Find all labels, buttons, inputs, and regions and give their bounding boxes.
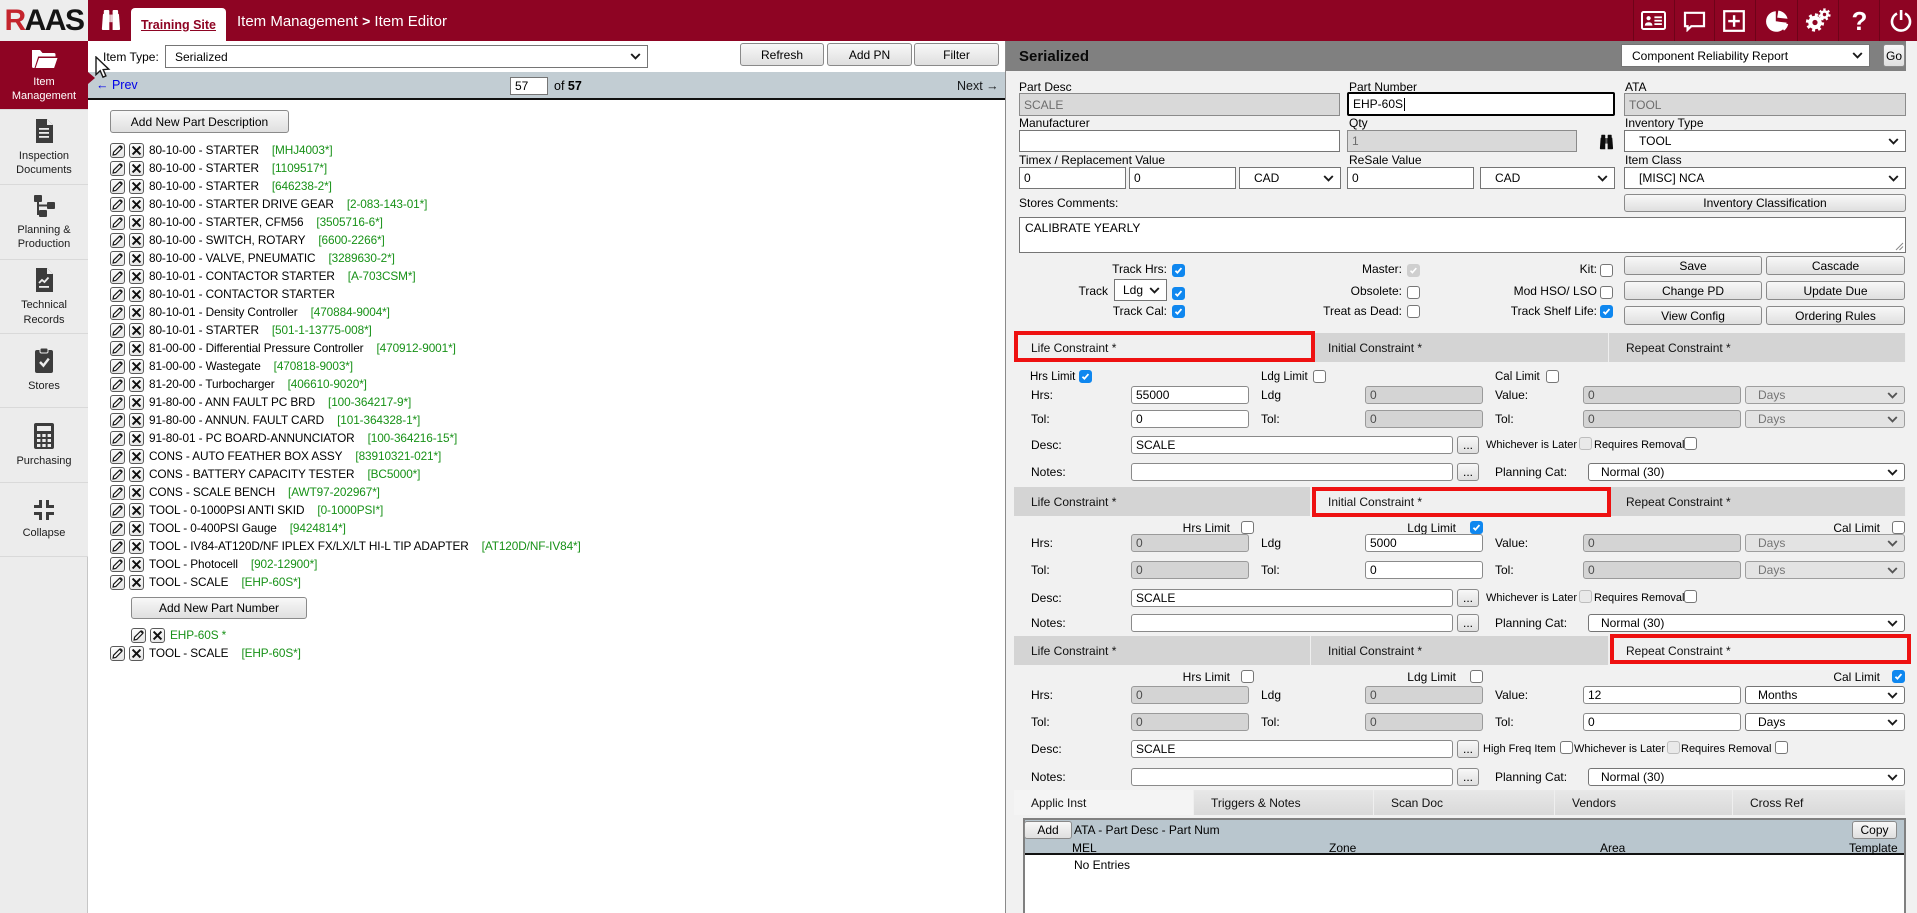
svg-text:?: ? [1852, 7, 1868, 36]
